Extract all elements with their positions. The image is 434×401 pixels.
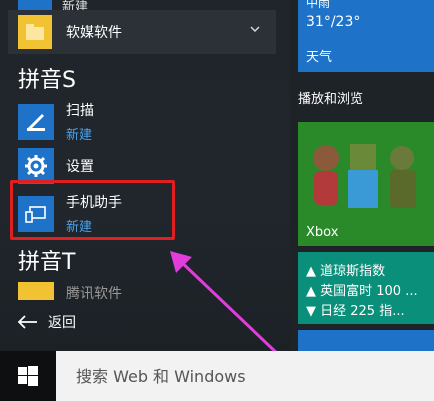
scanner-icon: [18, 103, 54, 140]
xbox-characters-image: [313, 144, 416, 208]
app-name: 设置: [66, 159, 94, 175]
folder-item-softmedia[interactable]: 软媒软件: [8, 10, 276, 54]
money-line: ▼ 日经 225 指...: [306, 304, 405, 319]
weather-temperature: 31°/23°: [306, 14, 361, 30]
chevron-down-icon[interactable]: [250, 24, 260, 34]
money-tile[interactable]: ▲ 道琼斯指数 ▲ 英国富时 100 ... ▼ 日经 225 指...: [298, 252, 434, 324]
money-line: ▲ 道琼斯指数: [306, 264, 386, 279]
section-header-s[interactable]: 拼音S: [18, 62, 76, 94]
folder-label: 软媒软件: [66, 25, 122, 41]
app-name: 扫描: [66, 103, 94, 119]
search-box[interactable]: [56, 351, 434, 401]
xbox-tile[interactable]: Xbox: [298, 122, 434, 246]
app-icon: [18, 0, 52, 10]
folder-icon: [18, 282, 54, 300]
back-arrow-icon: [17, 315, 37, 329]
app-item-settings[interactable]: 设置: [18, 148, 94, 184]
weather-condition: 中雨: [306, 0, 331, 10]
tile-partial[interactable]: [298, 330, 434, 351]
money-line: ▲ 英国富时 100 ...: [306, 284, 418, 299]
highlight-annotation: [10, 180, 175, 240]
taskbar: [0, 351, 434, 401]
gear-icon: [18, 148, 54, 184]
app-name: 腾讯软件: [66, 286, 122, 300]
windows-logo-icon: [18, 366, 38, 386]
xbox-label: Xbox: [306, 225, 339, 240]
folder-icon: [18, 15, 52, 49]
start-button[interactable]: [0, 351, 56, 401]
weather-name: 天气: [306, 50, 333, 65]
back-label: 返回: [48, 315, 76, 331]
search-input[interactable]: [74, 365, 408, 387]
new-badge: 新建: [66, 128, 93, 143]
app-item-tencent-folder[interactable]: 腾讯软件: [18, 282, 122, 300]
weather-tile[interactable]: 中雨 31°/23° 天气: [298, 0, 434, 72]
app-item-scan[interactable]: 扫描 新建: [18, 100, 94, 143]
tile-group-title[interactable]: 播放和浏览: [298, 88, 363, 107]
back-button[interactable]: 返回: [16, 312, 76, 332]
section-header-t[interactable]: 拼音T: [18, 244, 75, 276]
